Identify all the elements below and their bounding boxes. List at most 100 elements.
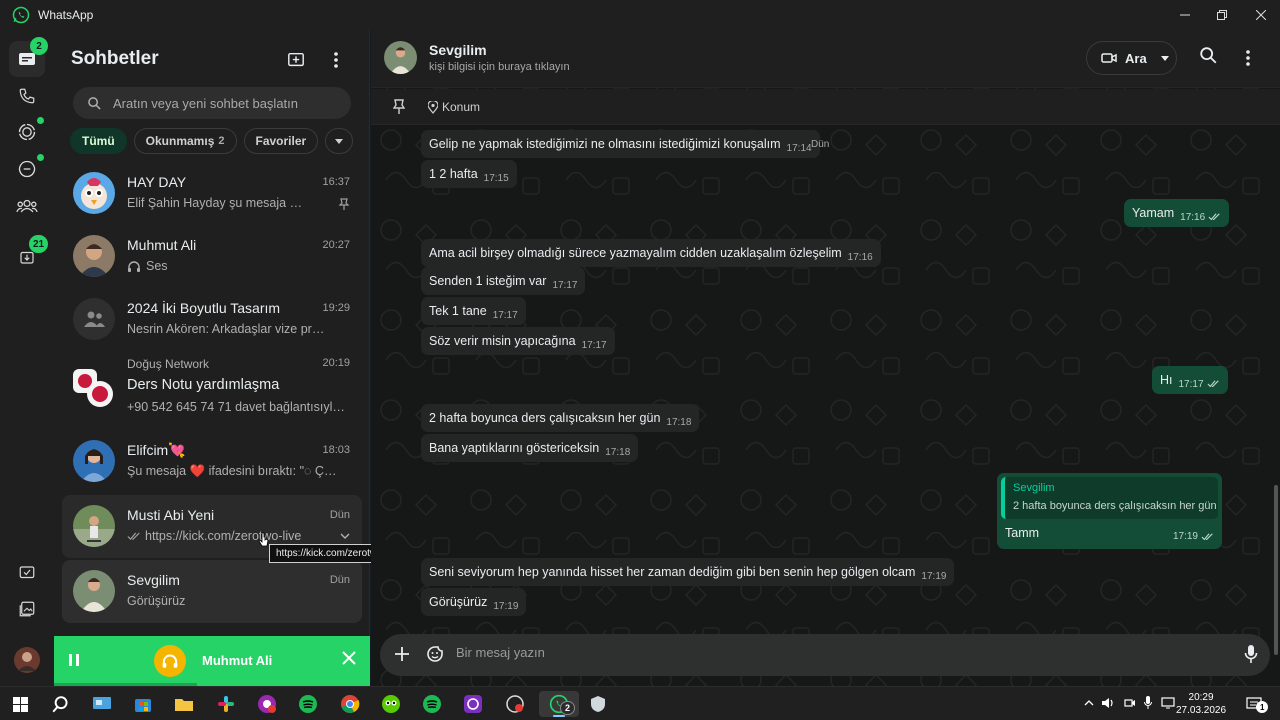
message-bubble[interactable]: 1 2 hafta 17:15 [421,160,517,188]
search-icon[interactable] [1200,47,1217,64]
taskbar-app-spotify[interactable] [291,691,325,717]
sidebar-menu-button[interactable] [324,48,348,72]
chat-item-muhmut-ali[interactable]: Muhmut Ali 20:27 Ses [62,225,362,288]
taskbar-app-extra[interactable] [581,691,615,717]
close-icon[interactable] [342,651,356,665]
taskbar-app-photos[interactable] [456,691,490,717]
pinned-message-bar[interactable]: Konum [371,89,1280,125]
emoji-sticker-icon[interactable] [425,644,445,664]
message-bubble[interactable]: Senden 1 isteğim var 17:17 [421,267,586,295]
call-button[interactable]: Ara [1086,41,1177,75]
message-bubble[interactable]: Hı 17:17 [1152,366,1228,394]
profile-avatar[interactable] [9,642,45,678]
mouse-cursor-icon [258,532,269,547]
volume-icon[interactable] [1101,697,1115,709]
microsoft-store-icon [135,699,151,712]
avatar [73,235,115,277]
contact-avatar[interactable] [384,41,417,74]
read-receipt-icon [1201,532,1213,540]
chat-time: 19:29 [322,302,350,314]
status-icon [18,123,36,141]
ongoing-call-bar[interactable]: Muhmut Ali [54,636,370,686]
chat-item-ders-notu-yardimlasma[interactable]: Doğuş Network Ders Notu yardımlaşma 20:1… [62,351,362,426]
message-text: Söz verir misin yapıcağına [429,334,576,348]
maximize-button[interactable] [1204,0,1240,30]
message-input[interactable] [456,645,1216,660]
message-composer [380,634,1270,676]
meet-now-icon[interactable] [1124,697,1136,709]
filter-all-chip[interactable]: Tümü [70,128,127,154]
message-bubble[interactable]: Yamam 17:16 [1124,199,1230,227]
taskbar-app-store[interactable] [126,691,160,717]
conversation-header[interactable]: Sevgilim kişi bilgisi için buraya tıklay… [371,30,1280,88]
attach-plus-icon[interactable] [392,644,412,664]
message-bubble[interactable]: 2 hafta boyunca ders çalışıcaksın her gü… [421,404,700,432]
chevron-down-icon[interactable] [340,533,350,539]
tray-overflow-chevron-icon[interactable] [1084,699,1094,706]
channels-nav-button[interactable] [9,151,45,187]
scrollbar-thumb[interactable] [1274,485,1278,655]
recorder-icon [506,695,524,713]
avatar [73,367,115,409]
message-bubble[interactable]: Ama acil birşey olmadığı sürece yazmayal… [421,239,881,267]
new-chat-button[interactable] [284,48,308,72]
chat-item-2024-iki-boyutlu-tasarim[interactable]: 2024 İki Boyutlu Tasarım 19:29 Nesrin Ak… [62,288,362,351]
window-title: WhatsApp [38,8,94,22]
message-bubble[interactable]: Gelip ne yapmak istediğimizi ne olmasını… [421,130,820,158]
chat-item-sevgilim[interactable]: Sevgilim Dün Görüşürüz [62,560,362,623]
notification-center-button[interactable]: 1 [1240,691,1269,717]
display-icon[interactable] [1161,697,1175,709]
microphone-tray-icon[interactable] [1144,696,1152,709]
taskbar-app-spotify-2[interactable] [415,691,449,717]
taskbar-search-button[interactable] [43,691,77,717]
filter-more-chip[interactable] [325,128,354,154]
status-nav-button[interactable] [9,114,45,150]
message-bubble[interactable]: Görüşürüz 17:19 [421,588,527,616]
message-time: 17:16 [847,251,873,263]
message-bubble[interactable]: Tek 1 tane 17:17 [421,297,526,325]
contact-name[interactable]: Sevgilim [429,42,487,58]
start-button[interactable] [3,691,37,717]
search-box[interactable] [73,87,351,119]
spotify-icon [423,695,441,713]
chat-item-hay-day[interactable]: HAY DAY 16:37 Elif Şahin Hayday şu mesaj… [62,162,362,225]
avatar [73,172,115,214]
message-time: 17:15 [483,172,509,184]
quoted-message[interactable]: Sevgilim 2 hafta boyunca ders çalışıcaks… [1001,477,1218,519]
chats-nav-button[interactable]: 2 [9,37,48,77]
taskbar-app-clipchamp[interactable] [498,691,532,717]
taskbar-app-duolingo[interactable] [374,691,408,717]
filter-favorites-chip[interactable]: Favoriler [243,128,319,154]
search-input[interactable] [113,95,333,111]
pause-icon[interactable] [68,652,80,668]
archived-nav-button[interactable]: 21 [9,235,49,275]
chat-item-elifcim[interactable]: Elifcim💘 18:03 Şu mesaja ❤️ ifadesini bı… [62,430,362,493]
whatsapp-logo-icon [12,6,30,24]
sidebar-title: Sohbetler [71,48,159,69]
taskbar-app-file-explorer[interactable] [167,691,201,717]
message-text: 2 hafta boyunca ders çalışıcaksın her gü… [429,411,661,425]
taskbar-app-chrome-profile[interactable] [250,691,284,717]
message-text: Gelip ne yapmak istediğimizi ne olmasını… [429,137,781,151]
communities-nav-button[interactable] [9,188,45,224]
media-nav-button[interactable] [9,555,45,591]
minimize-button[interactable] [1167,0,1203,30]
calls-nav-button[interactable] [9,78,45,114]
more-vertical-icon[interactable] [1246,50,1250,66]
taskbar-app-control-panel[interactable] [85,691,119,717]
close-window-button[interactable] [1243,0,1279,30]
pin-icon [393,99,405,114]
message-bubble[interactable]: Seni seviyorum hep yanında hisset her za… [421,558,955,586]
taskbar-app-chrome[interactable] [333,691,367,717]
system-clock[interactable]: 20:29 27.03.2026 [1176,691,1226,717]
taskbar-app-slack[interactable] [209,691,243,717]
microphone-icon[interactable] [1244,644,1258,664]
new-chat-icon [288,52,304,67]
elifcim-avatar-image [73,440,115,482]
reply-message-bubble[interactable]: Sevgilim 2 hafta boyunca ders çalışıcaks… [997,473,1222,549]
message-bubble[interactable]: Söz verir misin yapıcağına 17:17 [421,327,615,355]
taskbar-app-whatsapp[interactable]: 2 [539,691,579,717]
gallery-nav-button[interactable] [9,591,45,627]
message-bubble[interactable]: Bana yaptıklarını göstericeksin 17:18 [421,434,639,462]
filter-unread-chip[interactable]: Okunmamış 2 [133,128,237,154]
